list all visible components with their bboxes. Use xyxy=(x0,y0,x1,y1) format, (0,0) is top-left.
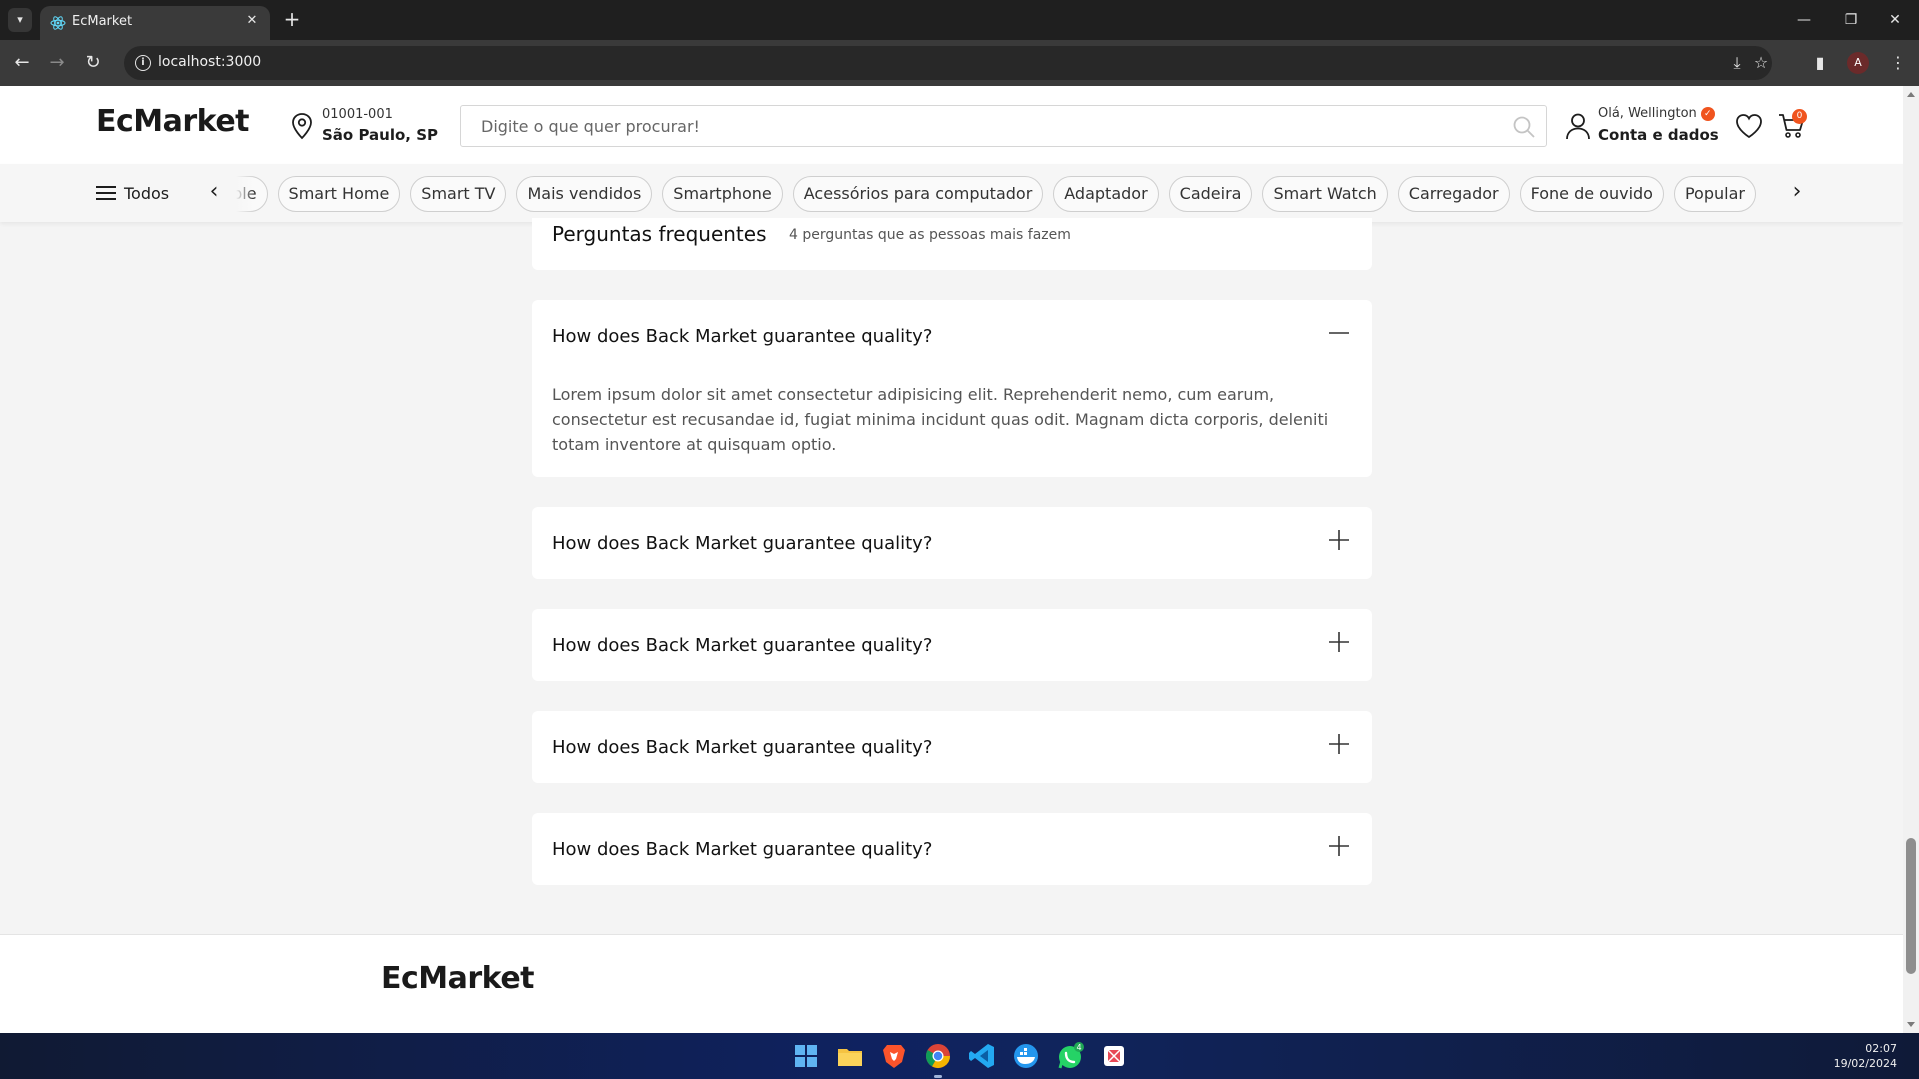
chevron-left-icon[interactable]: ‹ xyxy=(202,180,226,206)
location-city[interactable]: São Paulo, SP xyxy=(322,126,438,144)
scroll-down-arrow-icon[interactable] xyxy=(1907,1022,1915,1027)
search-input[interactable] xyxy=(461,106,1481,146)
plus-icon[interactable] xyxy=(1328,631,1350,653)
location-pin-icon[interactable] xyxy=(290,112,314,140)
faq-subtitle: 4 perguntas que as pessoas mais fazem xyxy=(789,227,1071,243)
user-icon[interactable] xyxy=(1565,112,1591,140)
all-categories-button[interactable]: Todos xyxy=(96,180,169,206)
tab-title: EcMarket xyxy=(72,14,133,29)
category-chip[interactable]: Fone de ouvido xyxy=(1519,176,1664,212)
reload-icon[interactable]: ↻ xyxy=(80,50,106,76)
category-chip[interactable]: Adaptador xyxy=(1053,176,1159,212)
scrollbar-thumb[interactable] xyxy=(1906,838,1916,974)
wishlist-heart-icon[interactable] xyxy=(1735,113,1763,139)
all-categories-label: Todos xyxy=(124,183,170,203)
new-tab-icon[interactable]: + xyxy=(280,7,304,31)
footer-logo[interactable]: EcMarket xyxy=(381,961,535,996)
account-greeting[interactable]: Olá, Wellington ✓ xyxy=(1598,106,1715,121)
chevron-right-icon[interactable]: › xyxy=(1785,180,1809,206)
bookmark-star-icon[interactable]: ☆ xyxy=(1749,51,1773,75)
category-chips: AppleSmart HomeSmart TVMais vendidosSmar… xyxy=(236,176,1774,212)
category-chip[interactable]: Smart Home xyxy=(277,176,401,212)
cart-count-badge: 0 xyxy=(1792,109,1807,124)
location-cep[interactable]: 01001-001 xyxy=(322,107,393,122)
account-link[interactable]: Conta e dados xyxy=(1598,126,1719,144)
snipping-tool-icon[interactable] xyxy=(1098,1040,1130,1072)
category-chip[interactable]: Smart TV xyxy=(410,176,507,212)
side-panel-icon[interactable]: ▮ xyxy=(1807,50,1833,76)
verified-badge-icon: ✓ xyxy=(1700,106,1715,121)
faq-item[interactable]: How does Back Market guarantee quality? xyxy=(532,813,1372,885)
tab-search-button[interactable]: ▾ xyxy=(8,8,32,32)
clock-date: 19/02/2024 xyxy=(1833,1057,1897,1070)
brave-browser-icon[interactable] xyxy=(878,1040,910,1072)
hamburger-menu-icon xyxy=(96,186,116,200)
whatsapp-icon[interactable]: 4 xyxy=(1054,1040,1086,1072)
category-chip[interactable]: Mais vendidos xyxy=(516,176,653,212)
search-box xyxy=(460,105,1547,147)
install-app-icon[interactable]: ⤓ xyxy=(1725,51,1749,75)
file-explorer-icon[interactable] xyxy=(834,1040,866,1072)
search-icon[interactable] xyxy=(1512,115,1536,139)
faq-header: Perguntas frequentes 4 perguntas que as … xyxy=(532,218,1372,270)
category-chip[interactable]: Carregador xyxy=(1397,176,1510,212)
profile-avatar[interactable]: A xyxy=(1847,52,1869,74)
scroll-up-arrow-icon[interactable] xyxy=(1907,92,1915,97)
browser-toolbar: ← → ↻ i localhost:3000 ⤓ ☆ ▮ A ⋮ xyxy=(0,40,1919,86)
faq-item[interactable]: How does Back Market guarantee quality? xyxy=(532,507,1372,579)
category-chip[interactable]: Cadeira xyxy=(1168,176,1253,212)
category-chip[interactable]: Smart Watch xyxy=(1262,176,1388,212)
active-app-indicator xyxy=(934,1075,942,1078)
restore-icon[interactable]: ❐ xyxy=(1829,8,1873,32)
category-chip[interactable]: Popular xyxy=(1673,176,1756,212)
vscode-icon[interactable] xyxy=(966,1040,998,1072)
faq-title: Perguntas frequentes xyxy=(552,222,767,246)
faq-item[interactable]: How does Back Market guarantee quality? xyxy=(532,711,1372,783)
faq-item[interactable]: How does Back Market guarantee quality? … xyxy=(532,300,1372,477)
minimize-icon[interactable]: — xyxy=(1782,8,1826,32)
browser-menu-icon[interactable]: ⋮ xyxy=(1885,50,1911,76)
greeting-text: Olá, Wellington xyxy=(1598,106,1697,121)
site-header: EcMarket 01001-001 São Paulo, SP Olá, We… xyxy=(0,86,1903,164)
chrome-icon[interactable] xyxy=(922,1040,954,1072)
site-footer: EcMarket xyxy=(0,934,1903,1033)
browser-tab-strip: ▾ EcMarket ✕ + — ❐ ✕ xyxy=(0,0,1919,40)
windows-taskbar: 4 02:07 19/02/2024 xyxy=(0,1033,1919,1079)
system-clock[interactable]: 02:07 19/02/2024 xyxy=(1834,1041,1897,1071)
close-tab-icon[interactable]: ✕ xyxy=(242,11,262,31)
url-text[interactable]: localhost:3000 xyxy=(158,54,261,70)
faq-question[interactable]: How does Back Market guarantee quality? xyxy=(552,326,932,347)
whatsapp-badge: 4 xyxy=(1076,1043,1081,1052)
faq-question[interactable]: How does Back Market guarantee quality? xyxy=(552,635,932,656)
browser-tab[interactable]: EcMarket ✕ xyxy=(40,6,270,40)
faq-item[interactable]: How does Back Market guarantee quality? xyxy=(532,609,1372,681)
chips-fade xyxy=(236,176,254,212)
address-bar[interactable]: i localhost:3000 ⤓ ☆ xyxy=(124,46,1772,80)
windows-start-icon[interactable] xyxy=(790,1040,822,1072)
category-bar: Todos ‹ AppleSmart HomeSmart TVMais vend… xyxy=(0,164,1903,222)
forward-icon[interactable]: → xyxy=(44,50,70,76)
minus-icon[interactable] xyxy=(1328,322,1350,344)
close-window-icon[interactable]: ✕ xyxy=(1873,8,1917,32)
plus-icon[interactable] xyxy=(1328,529,1350,551)
back-icon[interactable]: ← xyxy=(9,50,35,76)
faq-question[interactable]: How does Back Market guarantee quality? xyxy=(552,533,932,554)
site-logo[interactable]: EcMarket xyxy=(96,104,250,139)
clock-time: 02:07 xyxy=(1865,1042,1897,1055)
react-favicon-icon xyxy=(50,16,66,30)
page-scrollbar[interactable] xyxy=(1903,86,1919,1033)
plus-icon[interactable] xyxy=(1328,835,1350,857)
docker-icon[interactable] xyxy=(1010,1040,1042,1072)
faq-question[interactable]: How does Back Market guarantee quality? xyxy=(552,737,932,758)
site-info-icon[interactable]: i xyxy=(135,55,151,71)
plus-icon[interactable] xyxy=(1328,733,1350,755)
category-chip[interactable]: Acessórios para computador xyxy=(792,176,1044,212)
category-chip[interactable]: Smartphone xyxy=(662,176,783,212)
faq-question[interactable]: How does Back Market guarantee quality? xyxy=(552,839,932,860)
faq-answer: Lorem ipsum dolor sit amet consectetur a… xyxy=(552,385,1329,454)
